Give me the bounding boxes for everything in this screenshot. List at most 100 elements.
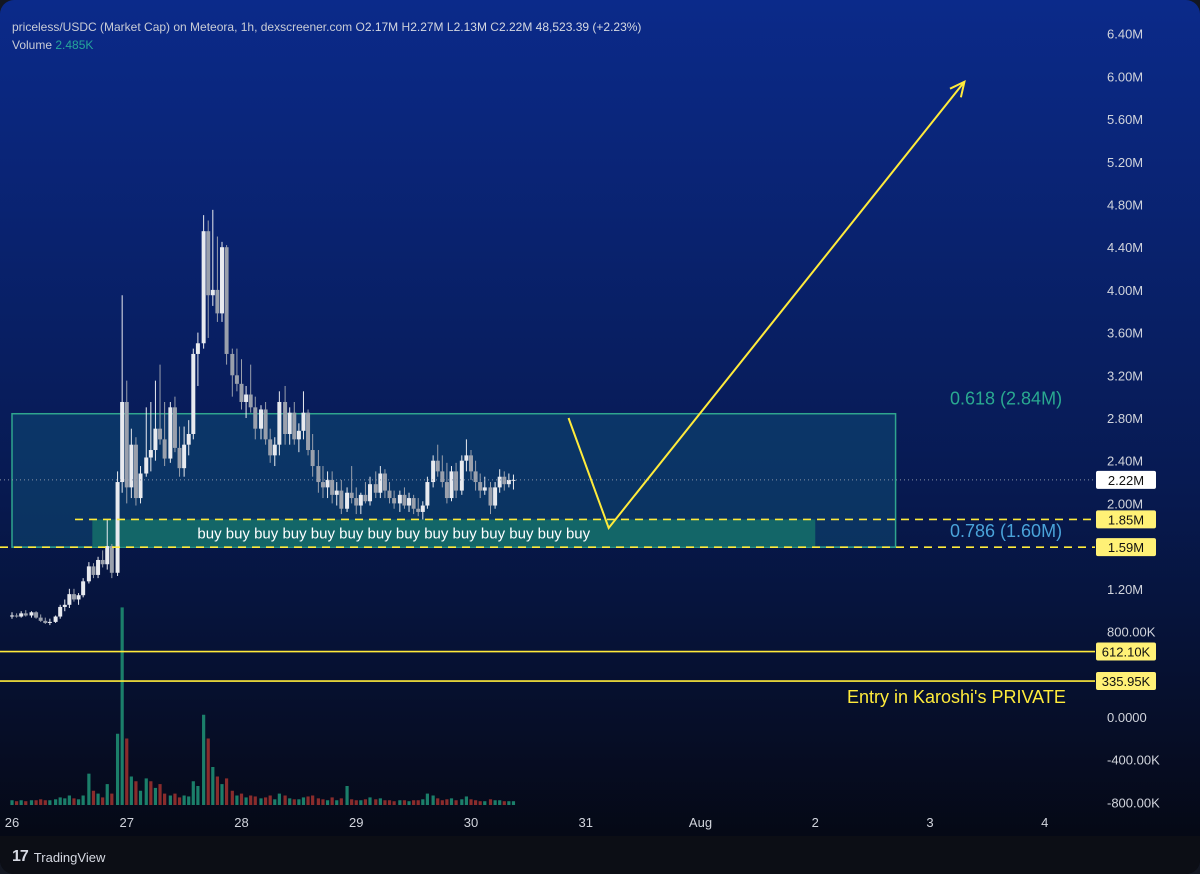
level-price-tag: 612.10K — [1102, 645, 1151, 660]
volume-bar — [14, 801, 19, 805]
volume-bar — [72, 798, 76, 805]
level-price-tag: 1.85M — [1108, 512, 1144, 527]
chart-frame: buy buy buy buy buy buy buy buy buy buy … — [0, 0, 1200, 874]
volume-bar — [464, 796, 469, 805]
candle-body — [224, 247, 229, 354]
volume-bar — [392, 801, 396, 805]
volume-bar — [398, 800, 402, 805]
x-tick-label: 27 — [120, 815, 134, 830]
volume-bar — [58, 797, 62, 805]
volume-bar — [34, 800, 38, 805]
candle-body — [425, 482, 430, 506]
candle-body — [182, 444, 187, 469]
candle-body — [153, 428, 158, 451]
candle-body — [292, 412, 297, 440]
candle-body — [387, 490, 392, 499]
candle-body — [268, 439, 273, 456]
candle-body — [38, 617, 43, 621]
volume-bar — [96, 793, 100, 805]
candle-body — [488, 487, 493, 506]
volume-bar — [43, 800, 47, 805]
volume-bar — [493, 800, 497, 805]
volume-bar — [407, 801, 411, 805]
tradingview-logo-icon: 17 — [12, 848, 29, 865]
volume-bar — [363, 799, 368, 805]
candle-body — [62, 604, 67, 607]
volume-bar — [187, 796, 191, 805]
candle-body — [363, 494, 368, 502]
volume-bar — [120, 607, 124, 805]
candle-body — [172, 407, 177, 448]
volume-label: Volume — [12, 38, 53, 52]
candle-body — [277, 401, 282, 445]
footer-bar — [0, 836, 1200, 874]
candle-body — [162, 439, 167, 459]
fib-618-label: 0.618 (2.84M) — [950, 389, 1062, 409]
candle-body — [206, 231, 211, 296]
volume-bar — [239, 793, 244, 805]
volume-bar — [158, 784, 162, 805]
candle-body — [91, 566, 96, 575]
candle-body — [416, 508, 421, 512]
volume-bar — [129, 776, 133, 805]
volume-bar — [87, 773, 91, 805]
candle-body — [239, 383, 244, 402]
volume-bar — [182, 795, 186, 805]
volume-bar — [330, 797, 334, 805]
x-tick-label: Aug — [689, 815, 712, 830]
candle-body — [402, 494, 407, 506]
volume-bar — [215, 776, 220, 805]
volume-bar — [478, 801, 482, 805]
volume-bar — [292, 799, 296, 805]
candle-body — [71, 594, 76, 600]
volume-bar — [325, 800, 330, 805]
price-chart[interactable]: buy buy buy buy buy buy buy buy buy buy … — [0, 0, 1200, 874]
entry-annotation: Entry in Karoshi's PRIVATE — [847, 687, 1066, 707]
candle-body — [325, 479, 330, 488]
candle-body — [215, 289, 220, 314]
high-value: 2.27M — [410, 20, 444, 34]
y-tick-label: 2.40M — [1107, 454, 1143, 469]
y-tick-label: 3.60M — [1107, 326, 1143, 341]
candle-body — [105, 546, 110, 565]
volume-bar — [436, 798, 440, 805]
volume-bar — [168, 795, 172, 805]
volume-bar — [48, 800, 52, 805]
volume-bar — [39, 799, 43, 805]
volume-bar — [263, 797, 268, 805]
fib-786-label: 0.786 (1.60M) — [950, 521, 1062, 541]
price-change: 48,523.39 (+2.23%) — [535, 20, 642, 34]
tradingview-brand[interactable]: 17 TradingView — [12, 848, 105, 866]
candle-body — [96, 559, 101, 575]
candle-body — [259, 409, 264, 429]
volume-bar — [24, 801, 28, 805]
candle-body — [177, 447, 182, 469]
volume-bar — [63, 798, 67, 805]
x-tick-label: 30 — [464, 815, 478, 830]
y-tick-label: 6.40M — [1107, 27, 1143, 42]
candle-body — [144, 457, 149, 474]
candle-body — [449, 471, 454, 499]
candle-body — [378, 473, 383, 493]
volume-bar — [316, 798, 320, 805]
volume-bar — [76, 799, 81, 805]
volume-bar — [368, 797, 372, 805]
volume-bar — [81, 795, 85, 805]
volume-bar — [502, 801, 506, 805]
volume-bar — [288, 798, 292, 805]
volume-bar — [67, 795, 71, 805]
candle-body — [86, 566, 91, 582]
volume-bar — [350, 799, 354, 805]
y-tick-label: 5.60M — [1107, 112, 1143, 127]
candle-body — [431, 460, 436, 483]
volume-bar — [488, 799, 493, 805]
candle-body — [459, 460, 464, 491]
buy-zone-label: buy buy buy buy buy buy buy buy buy buy … — [197, 525, 590, 542]
y-tick-label: 5.20M — [1107, 155, 1143, 170]
candle-body — [454, 471, 459, 491]
y-tick-label: 1.20M — [1107, 582, 1143, 597]
symbol-header: priceless/USDC (Market Cap) on Meteora, … — [12, 20, 641, 34]
volume-bar — [138, 790, 143, 805]
volume-bar — [202, 714, 206, 805]
candle-body — [34, 612, 39, 618]
